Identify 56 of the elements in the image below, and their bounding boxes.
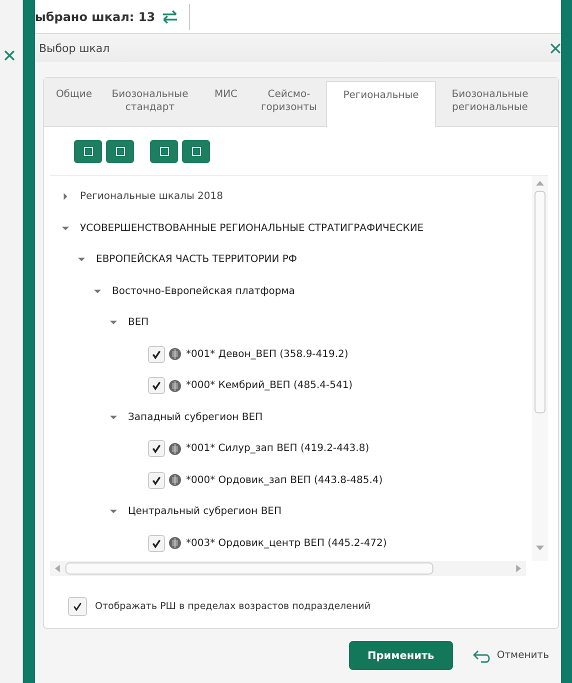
tree-item[interactable]: *003* Ордовик_центр ВЕП (445.2-472) (186, 538, 387, 549)
checkbox[interactable] (148, 346, 165, 363)
toolbar-button[interactable] (150, 140, 178, 163)
expander-icon[interactable] (78, 256, 85, 264)
checkbox[interactable] (148, 377, 165, 394)
checkmark-icon (151, 443, 162, 454)
expander-icon[interactable] (110, 414, 117, 421)
tree-item[interactable]: *001* Силур_зап ВЕП (419.2-443.8) (186, 443, 370, 454)
tab[interactable]: Региональные (326, 81, 436, 127)
tree-item[interactable]: ВЕП (128, 317, 149, 328)
checkbox[interactable] (148, 472, 165, 489)
vertical-scrollbar[interactable] (532, 176, 548, 561)
expander-icon[interactable] (110, 508, 117, 516)
checkbox[interactable] (68, 597, 87, 616)
swap-icon[interactable] (161, 10, 180, 24)
tree-item[interactable]: *000* Кембрий_ВЕП (485.4-541) (186, 380, 353, 392)
tab[interactable]: Биозональные региональные (436, 78, 544, 126)
checkmark-icon (151, 474, 162, 486)
close-icon[interactable] (4, 50, 15, 61)
tree-item[interactable]: Восточно-Европейская платформа (112, 286, 295, 297)
tab[interactable]: Биозональные стандарт (100, 78, 200, 126)
scale-icon (169, 348, 181, 360)
toolbar-button[interactable] (74, 140, 102, 163)
apply-button[interactable]: Применить (348, 641, 453, 670)
toolbar-button[interactable] (182, 140, 210, 163)
tree-item[interactable]: Центральный субрегион ВЕП (128, 506, 282, 518)
checkbox[interactable] (148, 534, 165, 552)
tree-item[interactable]: *000* Ордовик_зап ВЕП (443.8-485.4) (186, 474, 383, 486)
expander-icon[interactable] (62, 193, 69, 200)
checkmark-icon (72, 601, 83, 612)
tree-item[interactable]: Западный субрегион ВЕП (128, 412, 263, 423)
expander-icon[interactable] (62, 224, 69, 232)
tab[interactable]: МИС (200, 78, 252, 126)
checkbox[interactable] (148, 440, 165, 458)
selected-count: ыбрано шкал: 13 (35, 10, 156, 24)
scale-icon (169, 474, 181, 486)
tab[interactable]: Общие (48, 78, 100, 126)
tab[interactable]: Сейсмо- горизонты (252, 78, 326, 126)
expander-icon[interactable] (110, 319, 117, 326)
scale-icon (169, 380, 181, 392)
toolbar-button[interactable] (106, 140, 134, 163)
checkmark-icon (151, 380, 162, 392)
checkbox-label: Отображать РШ в пределах возрастов подразделений (95, 601, 371, 612)
tree-item[interactable]: УСОВЕРШЕНСТВОВАННЫЕ РЕГИОНАЛЬНЫЕ СТРАТИГРАФИЧЕСКИЕ (80, 222, 424, 234)
tree-item[interactable]: ЕВРОПЕЙСКАЯ ЧАСТЬ ТЕРРИТОРИИ РФ (96, 254, 298, 266)
close-icon[interactable] (550, 42, 561, 54)
cancel-button[interactable]: Отменить (472, 648, 549, 662)
scale-icon (169, 537, 181, 550)
checkmark-icon (151, 538, 162, 549)
dialog-title: Выбор шкал (39, 42, 110, 54)
scale-icon (169, 442, 181, 455)
tree-item[interactable]: Региональные шкалы 2018 (80, 191, 224, 202)
horizontal-scrollbar[interactable] (50, 561, 526, 576)
tree-item[interactable]: *001* Девон_ВЕП (358.9-419.2) (186, 348, 348, 360)
expander-icon[interactable] (94, 288, 101, 295)
checkmark-icon (151, 348, 162, 360)
